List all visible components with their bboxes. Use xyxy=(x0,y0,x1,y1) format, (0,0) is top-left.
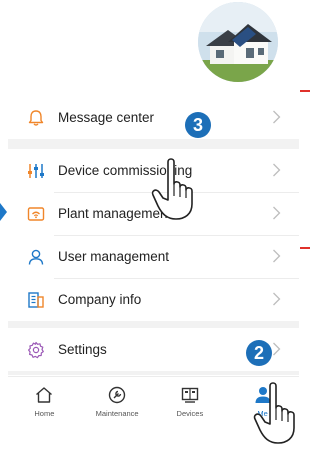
house-photo xyxy=(198,2,278,82)
router-icon xyxy=(26,204,46,224)
home-icon xyxy=(33,384,55,406)
step-callout-badge: 2 xyxy=(246,340,272,366)
menu-item-label: Company info xyxy=(58,292,142,307)
tab-devices[interactable]: Devices xyxy=(154,377,227,426)
chevron-right-icon xyxy=(272,110,281,124)
red-marker-top xyxy=(300,90,310,92)
tab-label: Devices xyxy=(176,409,204,418)
chevron-right-icon xyxy=(272,163,281,177)
bell-icon xyxy=(26,108,46,128)
pointer-hand-icon xyxy=(151,158,193,220)
step-callout-badge: 3 xyxy=(185,112,211,138)
tab-label: Maintenance xyxy=(95,409,139,418)
menu-item-message-center[interactable]: Message center xyxy=(8,96,299,139)
building-icon xyxy=(26,290,46,310)
devices-icon xyxy=(179,384,201,406)
menu-item-label: Message center xyxy=(58,110,155,125)
left-pointer-arrow xyxy=(0,203,7,221)
profile-avatar[interactable] xyxy=(198,2,278,82)
menu-item-company-info[interactable]: Company info xyxy=(8,278,299,321)
red-marker-bottom xyxy=(300,247,310,249)
tab-label: Home xyxy=(34,409,55,418)
chevron-right-icon xyxy=(272,292,281,306)
settings-menu: Message center Device commissioning Plan… xyxy=(8,96,299,375)
sliders-icon xyxy=(26,161,46,181)
menu-item-label: Settings xyxy=(58,342,107,357)
pointer-hand-icon xyxy=(253,382,295,444)
wrench-icon xyxy=(106,384,128,406)
chevron-right-icon xyxy=(272,206,281,220)
menu-group-messages: Message center xyxy=(8,96,299,139)
tab-home[interactable]: Home xyxy=(8,377,81,426)
menu-item-user-management[interactable]: User management xyxy=(8,235,299,278)
chevron-right-icon xyxy=(272,249,281,263)
gear-icon xyxy=(26,340,46,360)
user-icon xyxy=(26,247,46,267)
profile-header xyxy=(0,0,309,96)
menu-item-label: User management xyxy=(58,249,170,264)
chevron-right-icon xyxy=(272,342,281,356)
tab-maintenance[interactable]: Maintenance xyxy=(81,377,154,426)
